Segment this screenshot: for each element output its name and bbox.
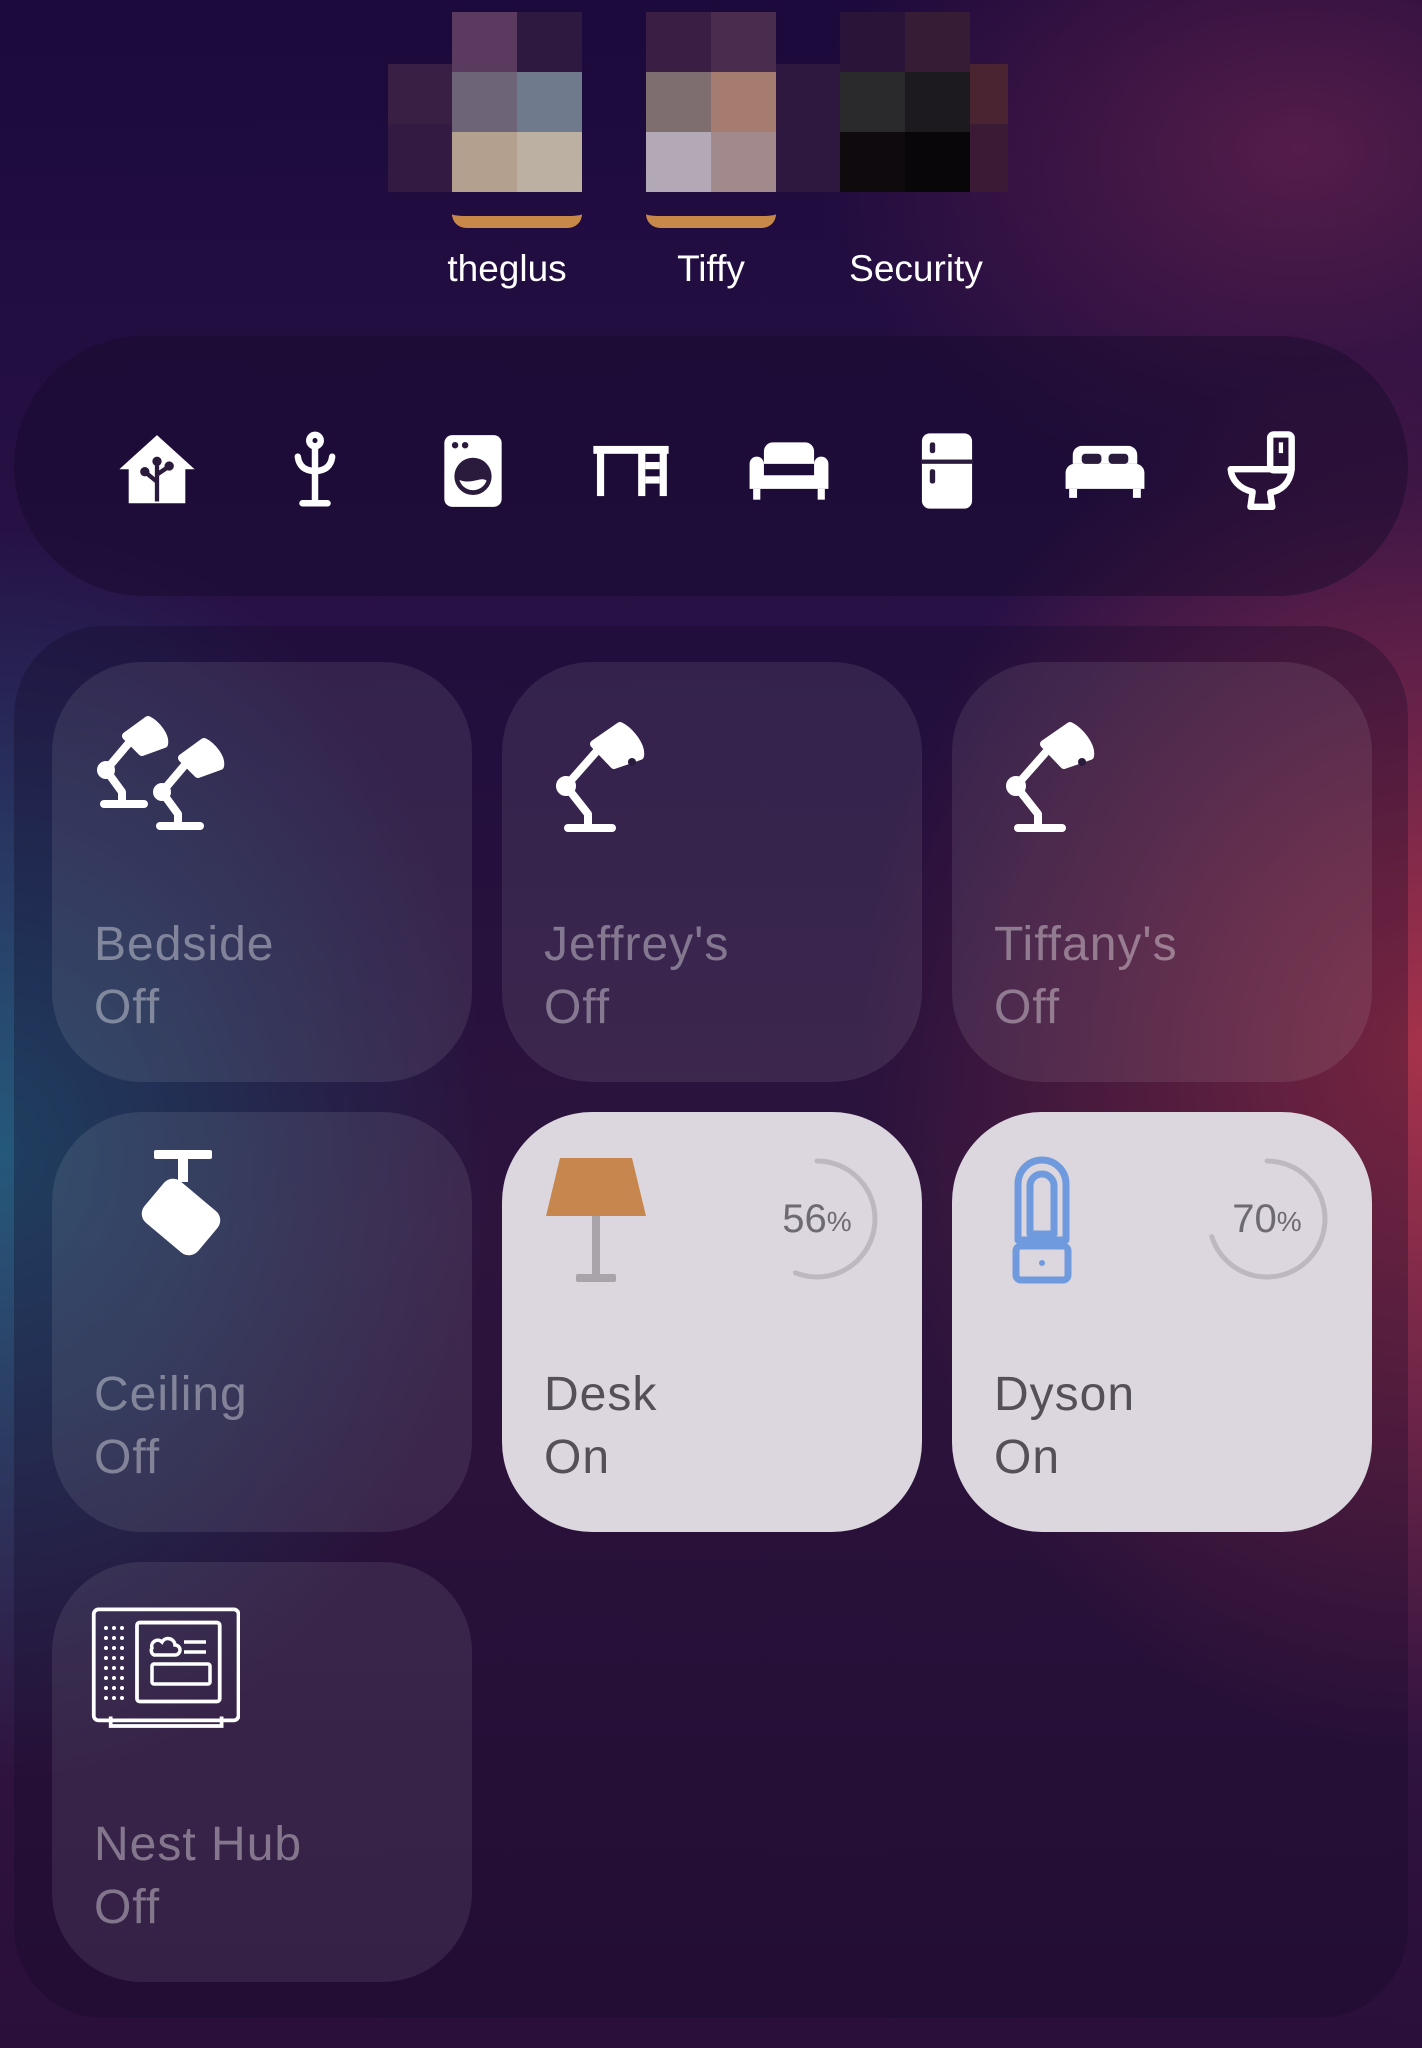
ceiling-light-icon bbox=[141, 1150, 221, 1256]
tile-bedside[interactable]: Bedside Off bbox=[52, 662, 472, 1082]
area-bedroom-button[interactable] bbox=[1060, 426, 1150, 516]
areas-bar bbox=[14, 336, 1408, 596]
tile-state: Off bbox=[94, 1431, 161, 1484]
toilet-icon bbox=[1227, 431, 1295, 511]
desk-lamp-icon bbox=[1006, 722, 1095, 832]
person-name: Security bbox=[849, 248, 983, 289]
tile-tiffanys[interactable]: Tiffany's Off bbox=[952, 662, 1372, 1082]
tile-state: Off bbox=[544, 981, 611, 1034]
tile-state: On bbox=[994, 1431, 1061, 1484]
desk-icon bbox=[593, 445, 669, 497]
tile-name: Desk bbox=[544, 1368, 658, 1421]
avatar[interactable] bbox=[452, 12, 582, 228]
fan-speed-number: 70 bbox=[1232, 1196, 1277, 1241]
area-office-button[interactable] bbox=[586, 426, 676, 516]
person-name: theglus bbox=[447, 248, 567, 289]
area-laundry-button[interactable] bbox=[428, 426, 518, 516]
tile-name: Ceiling bbox=[94, 1368, 248, 1421]
tile-ceiling[interactable]: Ceiling Off bbox=[52, 1112, 472, 1532]
area-bathroom-button[interactable] bbox=[1218, 426, 1308, 516]
person-name: Tiffy bbox=[677, 248, 745, 289]
tile-name: Jeffrey's bbox=[544, 918, 730, 971]
area-home-button[interactable] bbox=[112, 426, 202, 516]
avatar-blur-left bbox=[388, 64, 453, 124]
tile-name: Tiffany's bbox=[994, 918, 1178, 971]
sofa-icon bbox=[749, 442, 829, 500]
google-nest-hub-icon bbox=[91, 1607, 240, 1728]
fan-speed-unit: % bbox=[1276, 1206, 1302, 1237]
avatar-blur-right bbox=[970, 64, 1008, 124]
tile-state: Off bbox=[94, 1881, 161, 1934]
avatar-blur-right bbox=[776, 64, 841, 192]
washing-machine-icon bbox=[444, 435, 502, 507]
area-kitchen-button[interactable] bbox=[902, 426, 992, 516]
fan-speed-value: 70% bbox=[1202, 1154, 1332, 1284]
avatar-blur-right bbox=[970, 124, 1008, 192]
tile-state: Off bbox=[94, 981, 161, 1034]
brightness-unit: % bbox=[826, 1206, 852, 1237]
desk-lamp-double-icon bbox=[97, 716, 225, 830]
floor-lamp-icon bbox=[546, 1158, 646, 1282]
brightness-value: 56% bbox=[752, 1154, 882, 1284]
tile-name: Bedside bbox=[94, 918, 275, 971]
tile-name: Dyson bbox=[994, 1368, 1136, 1421]
desk-lamp-icon bbox=[556, 722, 645, 832]
tile-state: Off bbox=[994, 981, 1061, 1034]
tiles-panel: Bedside Off Jeffrey's Off Tiffany's Off … bbox=[14, 626, 1408, 2018]
fridge-icon bbox=[921, 433, 973, 509]
tile-desk[interactable]: 56% Desk On bbox=[502, 1112, 922, 1532]
tile-dyson[interactable]: 70% Dyson On bbox=[952, 1112, 1372, 1532]
avatar[interactable] bbox=[646, 12, 776, 228]
tile-state: On bbox=[544, 1431, 611, 1484]
avatar[interactable] bbox=[840, 12, 970, 192]
area-entry-button[interactable] bbox=[270, 426, 360, 516]
brightness-number: 56 bbox=[782, 1196, 827, 1241]
coat-rack-icon bbox=[294, 431, 336, 507]
dyson-fan-icon bbox=[1012, 1156, 1072, 1284]
tile-name: Nest Hub bbox=[94, 1818, 303, 1871]
people-row: theglus Tiffy Security bbox=[0, 0, 1422, 300]
bed-icon bbox=[1065, 445, 1145, 498]
avatar-blur-left bbox=[388, 124, 453, 192]
tile-jeffreys[interactable]: Jeffrey's Off bbox=[502, 662, 922, 1082]
area-living-room-button[interactable] bbox=[744, 426, 834, 516]
home-assistant-icon bbox=[119, 435, 195, 504]
tile-nest-hub[interactable]: Nest Hub Off bbox=[52, 1562, 472, 1982]
